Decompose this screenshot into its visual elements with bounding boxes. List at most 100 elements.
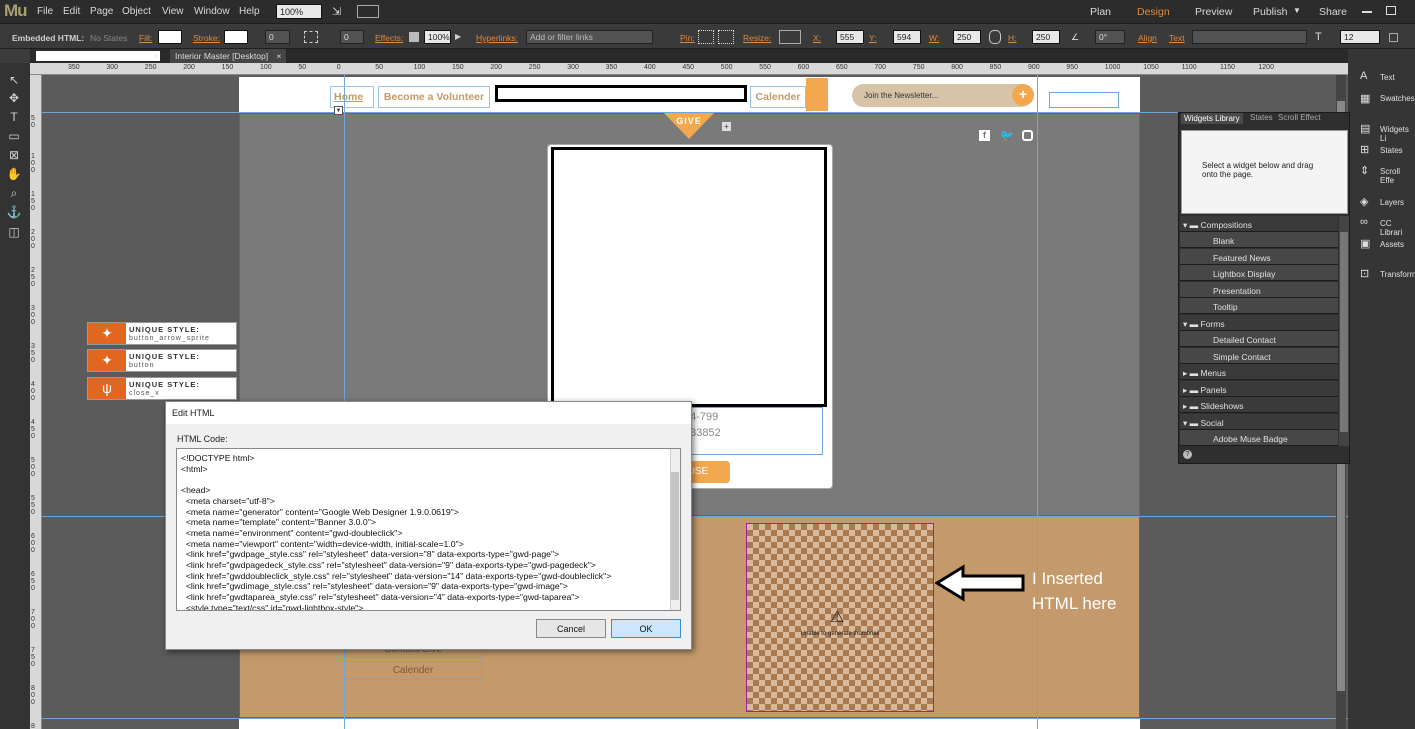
html-code-textarea[interactable]: <!DOCTYPE html> <html> <head> <meta char… [176, 448, 681, 611]
minimize-icon[interactable] [1362, 11, 1372, 13]
tab-interior-master[interactable]: Interior Master [Desktop] × [170, 49, 288, 63]
widget-detailed-contact[interactable]: Detailed Contact [1180, 331, 1338, 347]
unique-style-button-arrow-sprite[interactable]: ✦ UNIQUE STYLE: button_arrow_sprite [87, 322, 237, 345]
link-proportions-icon[interactable] [989, 30, 1001, 44]
help-icon[interactable]: ? [1183, 450, 1192, 459]
stroke-swatch[interactable] [224, 30, 248, 44]
widget-presentation[interactable]: Presentation [1180, 282, 1338, 298]
unique-style-button[interactable]: ✦ UNIQUE STYLE: button [87, 349, 237, 372]
tab-scroll-icon[interactable]: ‹ [155, 50, 158, 60]
opacity-field[interactable]: 100% [424, 30, 451, 44]
facebook-icon[interactable]: f [979, 130, 990, 141]
fill-stroke-tool-icon[interactable]: ◫ [6, 225, 22, 239]
stroke-label[interactable]: Stroke: [193, 33, 220, 43]
widget-folder-slideshows[interactable]: ▸ ▬ Slideshows [1180, 397, 1338, 413]
stroke-width-field[interactable]: 0 [265, 30, 290, 44]
mode-preview[interactable]: Preview [1195, 6, 1232, 18]
add-widget-icon[interactable]: + [722, 122, 731, 131]
corner-radius-field[interactable]: 0 [340, 30, 364, 44]
h-field[interactable]: 250 [1032, 30, 1060, 44]
panel-widgets-library[interactable]: Widgets Li [1380, 125, 1415, 143]
x-field[interactable]: 555 [836, 30, 864, 44]
menu-view[interactable]: View [162, 6, 184, 17]
code-scrollbar-thumb[interactable] [671, 472, 679, 600]
widget-folder-social[interactable]: ▾ ▬ Social [1180, 414, 1338, 430]
redacted-tab[interactable] [36, 51, 160, 61]
scroll-effects-icon[interactable]: ⇕ [1360, 164, 1369, 177]
mode-share[interactable]: Share [1319, 6, 1347, 18]
hyperlinks-input[interactable]: Add or filter links [526, 30, 653, 44]
close-tab-icon[interactable]: × [276, 51, 281, 61]
cc-libraries-icon[interactable]: ∞ [1360, 216, 1368, 228]
states-icon[interactable]: ⊞ [1360, 143, 1369, 156]
mode-design[interactable]: Design [1137, 6, 1170, 18]
transform-icon[interactable]: ⊡ [1360, 267, 1369, 280]
maximize-icon[interactable] [1386, 6, 1396, 15]
nav-home-dropdown-icon[interactable]: ▼ [334, 106, 343, 115]
panel-scroll-effects[interactable]: Scroll Effe [1380, 167, 1415, 185]
panel-states[interactable]: States [1380, 146, 1403, 155]
panel-text[interactable]: Text [1380, 73, 1395, 82]
mode-publish[interactable]: Publish [1253, 6, 1287, 18]
widget-tooltip[interactable]: Tooltip [1180, 298, 1338, 314]
pin-grid-icon[interactable] [698, 30, 714, 44]
widget-folder-compositions[interactable]: ▾ ▬ Compositions [1180, 216, 1338, 232]
swatches-icon[interactable]: ▦ [1360, 92, 1370, 105]
menu-page[interactable]: Page [90, 6, 113, 17]
y-field[interactable]: 594 [893, 30, 921, 44]
font-size-field[interactable]: 12 [1340, 30, 1380, 44]
ok-button[interactable]: OK [611, 619, 681, 638]
zoom-fit-icon[interactable]: ⇲ [332, 5, 341, 18]
panel-cc-libraries[interactable]: CC Librari [1380, 219, 1415, 237]
layers-icon[interactable]: ◈ [1360, 195, 1368, 208]
text-tool-icon[interactable]: T [6, 110, 22, 124]
effects-icon[interactable] [409, 32, 419, 42]
font-select[interactable] [1192, 30, 1307, 44]
assets-icon[interactable]: ▣ [1360, 237, 1370, 250]
w-field[interactable]: 250 [953, 30, 981, 44]
rectangle-tool-icon[interactable]: ▭ [6, 129, 22, 143]
tab-states[interactable]: States [1250, 113, 1273, 122]
unique-style-close-x[interactable]: ψ UNIQUE STYLE: close_x [87, 377, 237, 400]
text-panel-icon[interactable]: A [1360, 70, 1367, 82]
footer-link-calender[interactable]: Calender [344, 661, 482, 680]
fill-label[interactable]: Fill: [139, 33, 152, 43]
pin-label[interactable]: Pin: [680, 33, 695, 43]
crop-tool-icon[interactable]: ✥ [6, 91, 22, 105]
menu-help[interactable]: Help [239, 6, 260, 17]
checkbox-icon[interactable] [1389, 33, 1398, 42]
anchor-tool-icon[interactable]: ⚓ [6, 205, 22, 219]
panel-transform[interactable]: Transform [1380, 270, 1415, 279]
panel-swatches[interactable]: Swatches [1380, 94, 1415, 103]
menu-file[interactable]: File [37, 6, 53, 17]
mode-plan[interactable]: Plan [1090, 6, 1111, 18]
newsletter-plus-icon[interactable]: + [1012, 84, 1034, 106]
twitter-icon[interactable]: 🐦 [1000, 129, 1014, 142]
instagram-icon[interactable] [1022, 130, 1033, 141]
image-frame-tool-icon[interactable]: ⊠ [6, 148, 22, 162]
panel-assets[interactable]: Assets [1380, 240, 1404, 249]
hand-tool-icon[interactable]: ✋ [6, 167, 22, 181]
widget-featured-news[interactable]: Featured News [1180, 249, 1338, 265]
cancel-button[interactable]: Cancel [536, 619, 606, 638]
widget-folder-panels[interactable]: ▸ ▬ Panels [1180, 381, 1338, 397]
view-options-icon[interactable] [357, 5, 379, 18]
widget-lightbox-display[interactable]: Lightbox Display [1180, 265, 1338, 281]
widget-folder-forms[interactable]: ▾ ▬ Forms [1180, 315, 1338, 331]
rotation-field[interactable]: 0° [1095, 30, 1125, 44]
tab-scroll-effect[interactable]: Scroll Effect [1278, 113, 1321, 122]
widget-simple-contact[interactable]: Simple Contact [1180, 348, 1338, 364]
menu-object[interactable]: Object [122, 6, 151, 17]
pin-fixed-icon[interactable] [718, 30, 734, 44]
resize-mode-icon[interactable] [779, 30, 801, 44]
opacity-arrow-icon[interactable]: ▶ [455, 32, 461, 41]
resize-label[interactable]: Resize: [743, 33, 771, 43]
widgets-scrollbar-thumb[interactable] [1340, 232, 1348, 432]
fill-swatch[interactable] [158, 30, 182, 44]
panel-layers[interactable]: Layers [1380, 198, 1404, 207]
tab-widgets-library[interactable]: Widgets Library [1181, 113, 1243, 124]
align-label[interactable]: Align [1138, 33, 1157, 43]
menu-window[interactable]: Window [194, 6, 230, 17]
nav-calender[interactable]: Calender [750, 86, 806, 108]
widgets-library-icon[interactable]: ▤ [1360, 122, 1370, 135]
